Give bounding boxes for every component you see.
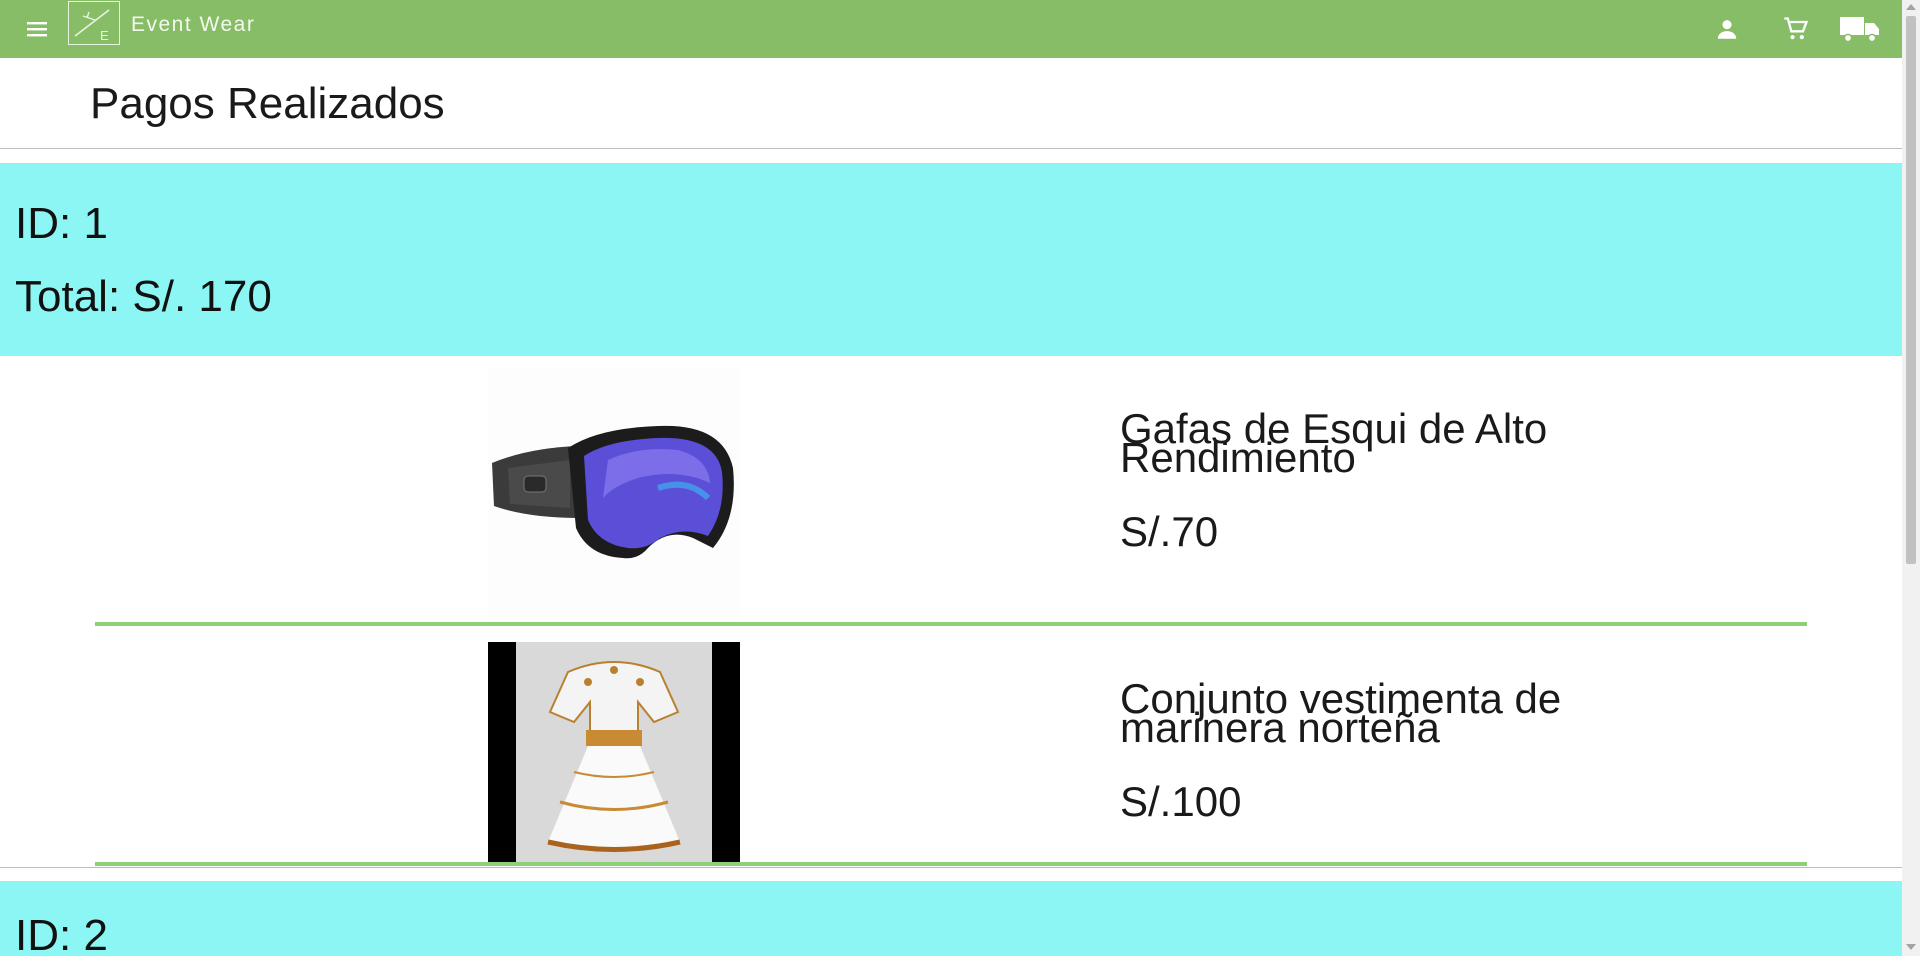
marinera-dress-image <box>488 642 740 862</box>
item-divider <box>95 862 1807 866</box>
payment-id: ID: 1 <box>15 199 108 248</box>
item-name: Gafas de Esqui de Alto Rendimiento <box>1120 405 1548 481</box>
vertical-scrollbar[interactable] <box>1902 0 1920 956</box>
item-price: S/.70 <box>1120 508 1219 555</box>
payment-id: ID: 2 <box>15 911 108 960</box>
payment-card-header: ID: 2 <box>0 881 1902 960</box>
account-icon[interactable] <box>1707 9 1747 49</box>
card-divider <box>0 867 1902 868</box>
item-name: Conjunto vestimenta de marinera norteña <box>1120 675 1562 751</box>
payment-total: Total: S/. 170 <box>15 272 272 321</box>
payment-card-header: ID: 1 Total: S/. 170 <box>0 163 1902 356</box>
scroll-down-icon[interactable] <box>1906 944 1916 950</box>
brand-logo[interactable]: E <box>68 1 120 45</box>
ski-goggles-image <box>488 368 740 618</box>
cart-icon[interactable] <box>1776 9 1816 49</box>
item-price: S/.100 <box>1120 778 1242 825</box>
truck-icon[interactable] <box>1838 9 1882 49</box>
scroll-up-icon[interactable] <box>1906 4 1916 10</box>
list-item: Gafas de Esqui de Alto Rendimiento S/.70 <box>0 356 1902 622</box>
scrollbar-thumb[interactable] <box>1906 16 1916 564</box>
svg-text:E: E <box>100 28 109 43</box>
page-title: Pagos Realizados <box>90 79 445 128</box>
page-title-row: Pagos Realizados <box>0 58 1902 149</box>
list-item: Conjunto vestimenta de marinera norteña … <box>0 626 1902 864</box>
top-toolbar: E Event Wear <box>0 0 1902 58</box>
menu-icon[interactable] <box>22 14 52 44</box>
brand-name: Event Wear <box>131 13 256 36</box>
